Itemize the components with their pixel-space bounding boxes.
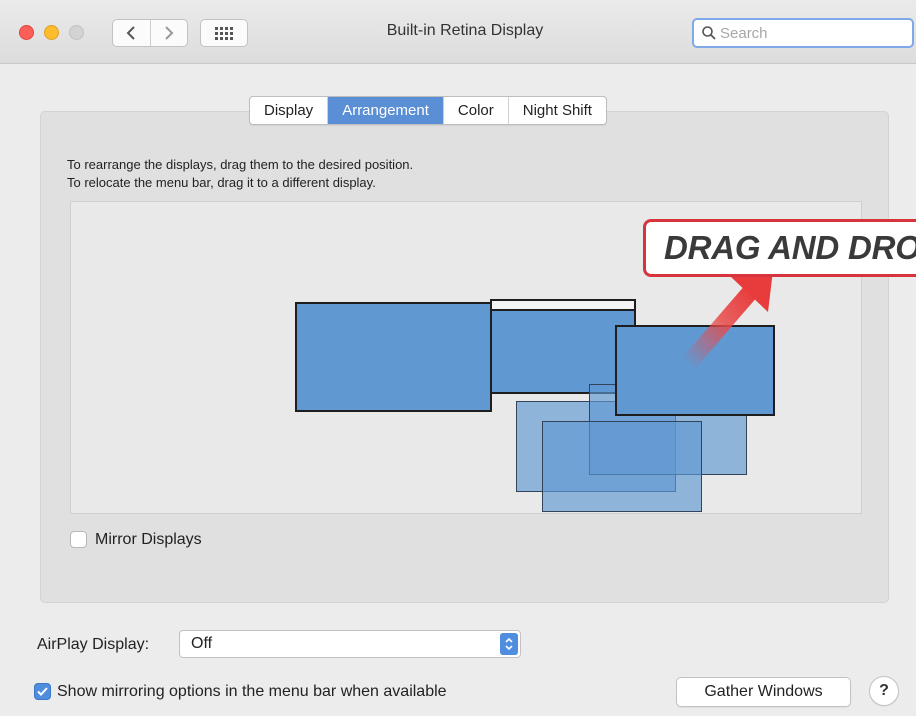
chevron-left-icon <box>126 26 135 40</box>
chevron-updown-icon <box>500 633 518 655</box>
back-button[interactable] <box>113 20 150 46</box>
tab-arrangement[interactable]: Arrangement <box>327 97 443 124</box>
grid-icon <box>215 26 233 40</box>
show-all-button[interactable] <box>200 19 248 47</box>
drag-and-drop-callout: DRAG AND DROP <box>643 219 916 277</box>
forward-button[interactable] <box>149 20 188 46</box>
window-title: Built-in Retina Display <box>386 22 544 39</box>
show-mirroring-checkbox[interactable] <box>34 683 51 700</box>
instruction-menu-bar: To relocate the menu bar, drag it to a d… <box>67 175 376 190</box>
search-field[interactable] <box>692 18 914 48</box>
navigation-buttons <box>112 19 188 47</box>
airplay-display-label: AirPlay Display: <box>37 636 150 653</box>
zoom-button[interactable] <box>69 25 84 40</box>
checkmark-icon <box>37 687 48 696</box>
airplay-display-select[interactable]: Off <box>179 630 521 658</box>
tab-color[interactable]: Color <box>442 97 508 124</box>
gather-windows-button[interactable]: Gather Windows <box>676 677 851 707</box>
minimize-button[interactable] <box>44 25 59 40</box>
chevron-right-icon <box>165 26 174 40</box>
instruction-rearrange: To rearrange the displays, drag them to … <box>67 157 414 172</box>
callout-text: DRAG AND DROP <box>664 229 916 266</box>
airplay-display-value: Off <box>191 635 213 652</box>
menu-bar-handle[interactable] <box>490 299 636 310</box>
help-button[interactable]: ? <box>869 676 899 706</box>
mirror-displays-checkbox[interactable] <box>70 531 87 548</box>
tab-night-shift[interactable]: Night Shift <box>507 97 606 124</box>
display-drag-ghost <box>542 421 702 512</box>
tab-bar: Display Arrangement Color Night Shift <box>249 96 607 125</box>
search-input[interactable] <box>720 24 900 42</box>
display-main[interactable] <box>295 302 492 412</box>
tab-display[interactable]: Display <box>250 97 327 124</box>
search-icon <box>702 26 716 40</box>
title-bar: Built-in Retina Display <box>0 0 916 64</box>
mirror-displays-label: Mirror Displays <box>95 531 202 548</box>
close-button[interactable] <box>19 25 34 40</box>
show-mirroring-label: Show mirroring options in the menu bar w… <box>57 683 447 700</box>
